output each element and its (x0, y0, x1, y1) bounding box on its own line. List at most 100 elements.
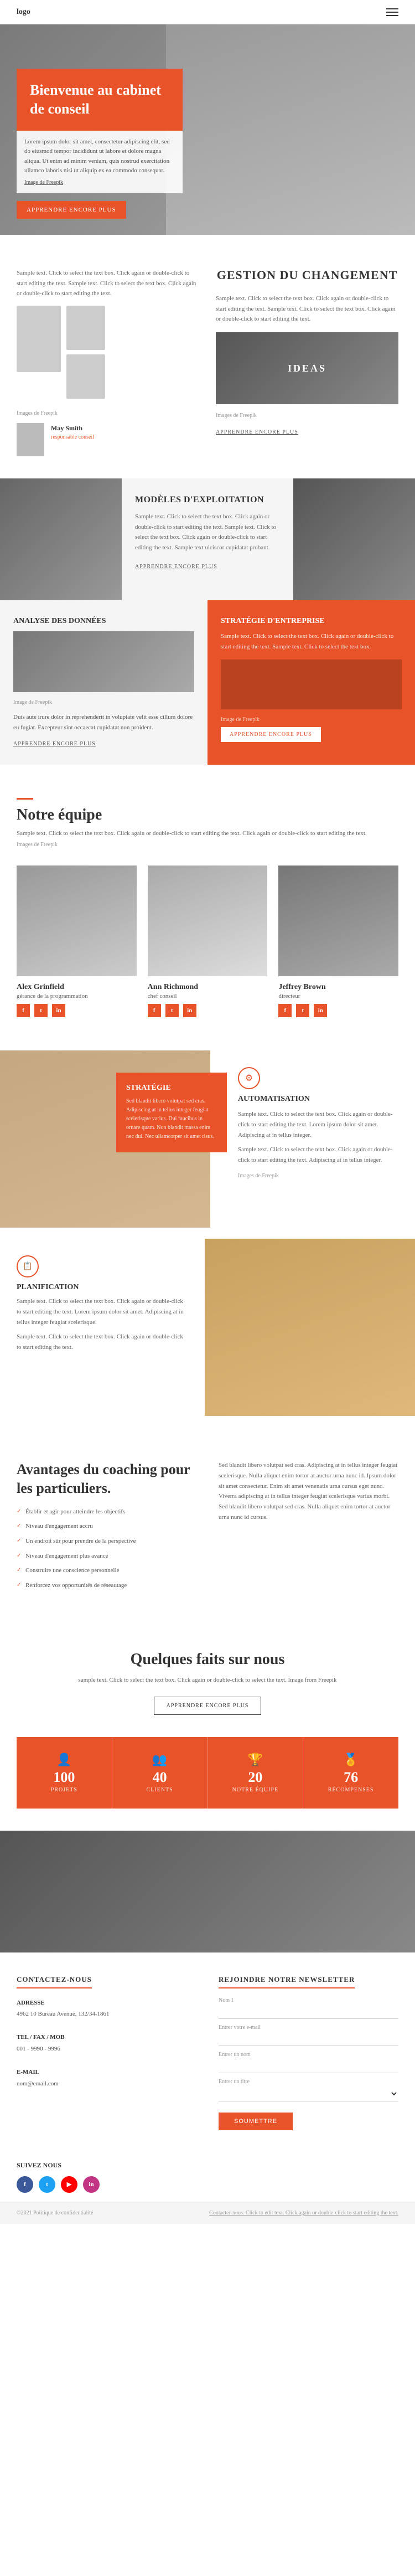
social-tw-1[interactable]: t (34, 1004, 48, 1017)
models-right-image (293, 478, 415, 600)
gestion-caption: Images de Freepik (17, 410, 58, 416)
stat-icon-equipe: 🏆 (214, 1753, 298, 1767)
contact-col-title: Contactez-nous (17, 1975, 92, 1988)
social-tw-3[interactable]: t (296, 1004, 309, 1017)
social-ig-3[interactable]: in (314, 1004, 327, 1017)
analyse-text: Duis aute irure dolor in reprehenderit i… (13, 712, 194, 733)
stat-icon-recompenses: 🏅 (309, 1753, 393, 1767)
team-photo-bottom (0, 1831, 415, 1952)
social-fb-1[interactable]: f (17, 1004, 30, 1017)
phone-label: TEL / FAX / MOB (17, 2034, 65, 2041)
gestion-left-text: Sample text. Click to select the text bo… (17, 268, 199, 299)
avantage-item-6: Renforcez vos opportunités de réseautage (17, 1580, 196, 1591)
gestion-right: GESTION DU CHANGEMENT Sample text. Click… (216, 268, 398, 456)
strat-box-text: Sed blandit libero volutpat sed cras. Ad… (126, 1097, 217, 1141)
avantages-title: Avantages du coaching pour les particuli… (17, 1460, 196, 1498)
planif-person-image (205, 1239, 415, 1416)
strategie-right: STRATÉGIE D'ENTREPRISE Sample text. Clic… (208, 600, 415, 765)
analyse-learn-more[interactable]: APPRENDRE ENCORE PLUS (13, 741, 96, 747)
planif-row: 📋 PLANIFICATION Sample text. Click to se… (0, 1239, 415, 1416)
analyse-left: ANALYSE DES DONNÉES Image de Freepik Dui… (0, 600, 208, 765)
member-role-3: directeur (278, 993, 398, 1000)
equipe-caption: Images de Freepik (17, 842, 58, 848)
footer-link[interactable]: Contacter-nous. Click to edit text. Clic… (209, 2210, 398, 2216)
gestion-section: Sample text. Click to select the text bo… (0, 235, 415, 478)
models-text: Sample text. Click to select the text bo… (135, 512, 280, 553)
avantage-item-3: Un endroit sûr pour prendre de la perspe… (17, 1536, 196, 1547)
hero-caption[interactable]: Image de Freepik (24, 179, 63, 186)
newsletter-col-title: REJOINDRE NOTRE NEWSLETTER (219, 1975, 355, 1988)
hero-content: Bienvenue au cabinet de conseil Lorem ip… (17, 69, 183, 219)
hamburger-menu[interactable] (386, 8, 398, 16)
submit-button[interactable]: SOUMETTRE (219, 2113, 293, 2130)
hero-title-box: Bienvenue au cabinet de conseil (17, 69, 183, 131)
person-info: May Smith responsable conseil (51, 423, 94, 441)
newsletter-col: REJOINDRE NOTRE NEWSLETTER Nom 1 Entrer … (219, 1975, 398, 2130)
faits-btn[interactable]: APPRENDRE ENCORE PLUS (154, 1697, 262, 1715)
stat-icon-clients: 👥 (118, 1753, 202, 1767)
social-twitter[interactable]: t (39, 2176, 55, 2193)
logo[interactable]: logo (17, 8, 30, 17)
social-tw-2[interactable]: t (165, 1004, 179, 1017)
team-photo-1 (17, 865, 137, 976)
gestion-image-1 (17, 306, 61, 372)
strat-right: ⚙ AUTOMATISATION Sample text. Click to s… (210, 1050, 415, 1228)
orange-decorative-line (17, 798, 33, 800)
social-youtube[interactable]: ▶ (61, 2176, 77, 2193)
models-row: MODÈLES D'EXPLOITATION Sample text. Clic… (0, 478, 415, 600)
form-row-1: Nom 1 (219, 1997, 398, 2019)
field2-input[interactable] (219, 2032, 398, 2046)
planif-icon-symbol: 📋 (23, 1262, 32, 1271)
models-learn-more[interactable]: APPRENDRE ENCORE PLUS (135, 564, 217, 570)
person-name: May Smith (51, 423, 94, 433)
models-left-image (0, 478, 122, 600)
navbar: logo (0, 0, 415, 24)
social-fb-2[interactable]: f (148, 1004, 161, 1017)
field1-input[interactable] (219, 2005, 398, 2019)
member-name-3: Jeffrey Brown (278, 983, 398, 992)
contact-email: nom@email.com (17, 2078, 196, 2090)
social-fb-3[interactable]: f (278, 1004, 292, 1017)
social-follow: Suivez nous f t ▶ in (0, 2152, 415, 2202)
equipe-intro: Sample text. Click to select the text bo… (17, 828, 398, 839)
avantages-left: Avantages du coaching pour les particuli… (17, 1460, 196, 1595)
field4-label: Entrer un titre (219, 2079, 398, 2085)
gestion-img-caption: Images de Freepik (216, 413, 257, 419)
social-ig-2[interactable]: in (183, 1004, 196, 1017)
gestion-left: Sample text. Click to select the text bo… (17, 268, 199, 456)
ideas-image: IDEAS (216, 332, 398, 404)
avantage-item-2: Niveau d'engagement accru (17, 1521, 196, 1532)
form-row-4: Entrer un titre (219, 2079, 398, 2101)
strat-auto-row: STRATÉGIE Sed blandit libero volutpat se… (0, 1050, 415, 1228)
hero-cta-button[interactable]: APPRENDRE ENCORE PLUS (17, 201, 126, 219)
field1-label: Nom 1 (219, 1997, 398, 2003)
stat-label-clients: CLIENTS (118, 1787, 202, 1793)
planif-text-1: Sample text. Click to select the text bo… (17, 1296, 188, 1327)
field3-label: Entrer un nom (219, 2052, 398, 2058)
planif-right (205, 1239, 415, 1416)
analyse-caption: Image de Freepik (13, 699, 52, 705)
gestion-images (17, 306, 199, 399)
member-role-1: gérance de la programmation (17, 993, 137, 1000)
strat-box-title: STRATÉGIE (126, 1084, 217, 1093)
social-ig-1[interactable]: in (52, 1004, 65, 1017)
social-facebook[interactable]: f (17, 2176, 33, 2193)
team-member-2: Ann Richmond chef conseil f t in (148, 865, 268, 1017)
field3-input[interactable] (219, 2059, 398, 2073)
team-photo-3 (278, 865, 398, 976)
equipe-header: Notre équipe Sample text. Click to selec… (17, 798, 398, 849)
gestion-right-text: Sample text. Click to select the text bo… (216, 293, 398, 324)
social-icons-2: f t in (148, 1004, 268, 1017)
footer: ©2021 Politique de confidentialité Conta… (0, 2202, 415, 2224)
stat-icon-projets: 👤 (22, 1753, 106, 1767)
social-row: f t ▶ in (17, 2176, 398, 2193)
social-instagram[interactable]: in (83, 2176, 100, 2193)
gestion-learn-more[interactable]: APPRENDRE ENCORE PLUS (216, 429, 298, 435)
strategie-learn-more[interactable]: APPRENDRE ENCORE PLUS (221, 727, 321, 742)
address-label: ADRESSE (17, 2000, 45, 2006)
stat-equipe: 🏆 20 NOTRE ÉQUIPE (208, 1737, 304, 1809)
follow-title: Suivez nous (17, 2161, 398, 2170)
models-section: MODÈLES D'EXPLOITATION Sample text. Clic… (0, 478, 415, 765)
field4-select[interactable] (219, 2086, 398, 2101)
contact-newsletter: Contactez-nous ADRESSE 4962 10 Bureau Av… (0, 1952, 415, 2152)
